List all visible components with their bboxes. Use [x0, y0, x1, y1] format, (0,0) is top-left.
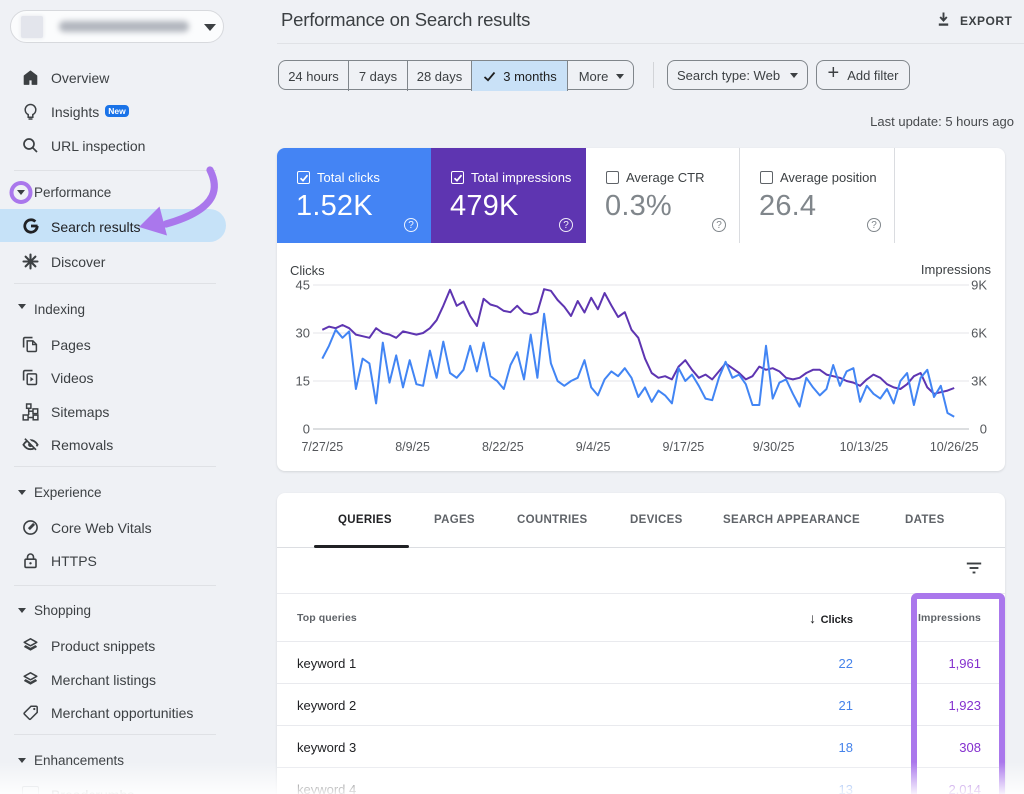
- svg-text:3K: 3K: [971, 374, 987, 389]
- svg-text:7/27/25: 7/27/25: [301, 440, 343, 454]
- svg-text:6K: 6K: [971, 326, 987, 341]
- svg-text:0: 0: [980, 422, 987, 437]
- svg-text:30: 30: [296, 326, 310, 341]
- svg-text:15: 15: [296, 374, 310, 389]
- svg-text:9/4/25: 9/4/25: [576, 440, 611, 454]
- svg-text:9/17/25: 9/17/25: [663, 440, 705, 454]
- svg-text:9/30/25: 9/30/25: [753, 440, 795, 454]
- svg-text:8/9/25: 8/9/25: [395, 440, 430, 454]
- svg-text:8/22/25: 8/22/25: [482, 440, 524, 454]
- svg-text:9K: 9K: [971, 278, 987, 293]
- svg-text:10/13/25: 10/13/25: [840, 440, 889, 454]
- svg-text:Clicks: Clicks: [290, 263, 325, 278]
- svg-text:Impressions: Impressions: [921, 262, 992, 277]
- svg-text:45: 45: [296, 278, 310, 293]
- svg-text:0: 0: [303, 422, 310, 437]
- svg-text:10/26/25: 10/26/25: [930, 440, 979, 454]
